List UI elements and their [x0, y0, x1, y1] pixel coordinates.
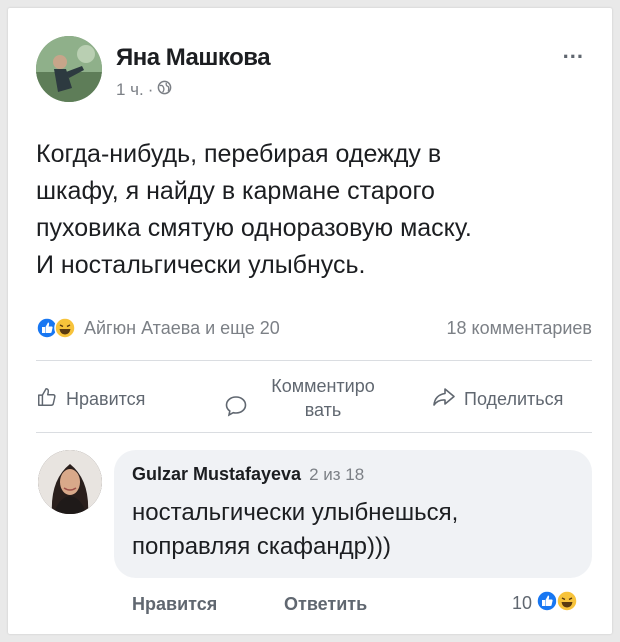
like-button[interactable]: Нравится — [36, 386, 145, 413]
comment-label-line: Комментиро — [271, 375, 375, 396]
comment-position: 2 из 18 — [309, 465, 365, 484]
meta-separator: · — [147, 80, 154, 99]
reactions-summary[interactable]: Айгюн Атаева и еще 20 — [84, 318, 280, 339]
laugh-icon — [556, 590, 578, 617]
author-avatar[interactable] — [36, 36, 102, 102]
comment-author-name[interactable]: Gulzar Mustafayeva — [132, 464, 301, 485]
comment-button[interactable]: Комментиро вать — [224, 372, 398, 423]
comment-like-button[interactable]: Нравится — [132, 594, 217, 615]
comments-count[interactable]: 18 комментариев — [446, 318, 592, 339]
like-button-label: Нравится — [66, 389, 146, 409]
divider — [36, 432, 592, 433]
comment-bubble: Gulzar Mustafayeva 2 из 18 ностальгическ… — [114, 450, 592, 578]
divider — [36, 360, 592, 361]
comment-reply-button[interactable]: Ответить — [284, 594, 367, 615]
globe-icon — [157, 80, 172, 100]
comment-button-label: Комментиро вать — [248, 374, 398, 422]
comment-text: ностальгически улыбнешься, поправляя ска… — [132, 496, 582, 564]
thumbs-up-icon — [36, 386, 66, 413]
more-options-icon[interactable]: ... — [563, 38, 584, 64]
laugh-icon — [54, 317, 76, 339]
comment-text-line: поправляя скафандр))) — [132, 533, 391, 560]
share-button-label: Поделиться — [464, 389, 564, 409]
share-button[interactable]: Поделиться — [432, 386, 563, 413]
comment-reaction-count: 10 — [511, 593, 532, 613]
post-text-line: шкафу, я найду в кармане старого — [36, 177, 435, 205]
share-arrow-icon — [432, 386, 464, 413]
post-text-line: Когда-нибудь, перебирая одежду в — [36, 140, 442, 168]
comment-reactions[interactable]: 10 — [512, 590, 582, 617]
post-card: Яна Машкова 1 ч. · ... Когда-нибудь, пер… — [8, 8, 612, 634]
post-time[interactable]: 1 ч. — [116, 80, 144, 100]
reaction-icons[interactable] — [36, 317, 76, 339]
post-text-line: И ностальгически улыбнусь. — [36, 251, 366, 279]
comment-label-line: вать — [304, 399, 342, 420]
comment-header: Gulzar Mustafayeva 2 из 18 — [132, 464, 364, 485]
post-text: Когда-нибудь, перебирая одежду в шкафу, … — [36, 136, 596, 284]
post-author-name[interactable]: Яна Машкова — [116, 44, 271, 72]
reactions-bar: Айгюн Атаева и еще 20 18 комментариев — [36, 311, 592, 345]
commenter-avatar[interactable] — [38, 450, 102, 514]
post-meta: 1 ч. · — [116, 80, 172, 100]
post-actions: Нравится Комментиро вать Поделиться — [36, 366, 596, 428]
comment-text-line: ностальгически улыбнешься, — [132, 499, 459, 526]
like-icon — [536, 590, 558, 617]
post-text-line: пуховика смятую одноразовую маску. — [36, 214, 472, 242]
